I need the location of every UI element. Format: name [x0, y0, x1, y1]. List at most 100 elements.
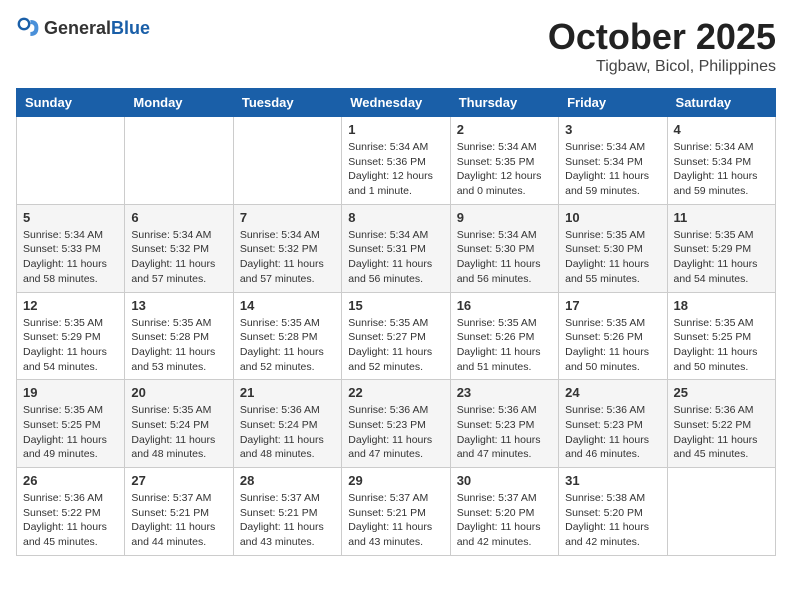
calendar-week-row: 12 Sunrise: 5:35 AMSunset: 5:29 PMDayligh… — [17, 292, 776, 380]
day-number: 23 — [457, 385, 552, 400]
logo-icon — [16, 16, 40, 40]
calendar-cell — [233, 117, 341, 205]
calendar-cell: 6Sunrise: 5:34 AMSunset: 5:32 PMDaylight… — [125, 204, 233, 292]
calendar-cell: 22 Sunrise: 5:36 AMSunset: 5:23 PMDayligh… — [342, 380, 450, 468]
day-number: 2 — [457, 122, 552, 137]
day-info: Sunrise: 5:35 AMSunset: 5:29 PMDaylight:… — [674, 228, 769, 287]
day-number: 25 — [674, 385, 769, 400]
day-number: 5 — [23, 210, 118, 225]
title-area: October 2025 Tigbaw, Bicol, Philippines — [548, 16, 776, 76]
weekday-header-row: SundayMondayTuesdayWednesdayThursdayFrid… — [17, 89, 776, 117]
calendar-cell: 30Sunrise: 5:37 AMSunset: 5:20 PMDayligh… — [450, 468, 558, 556]
day-number: 12 — [23, 298, 118, 313]
weekday-header-tuesday: Tuesday — [233, 89, 341, 117]
day-info: Sunrise: 5:34 AMSunset: 5:32 PMDaylight:… — [240, 228, 335, 287]
calendar-cell: 21 Sunrise: 5:36 AMSunset: 5:24 PMDayligh… — [233, 380, 341, 468]
day-info: Sunrise: 5:36 AMSunset: 5:22 PMDaylight:… — [23, 491, 118, 550]
day-number: 21 — [240, 385, 335, 400]
calendar-cell: 12 Sunrise: 5:35 AMSunset: 5:29 PMDayligh… — [17, 292, 125, 380]
calendar-cell: 23 Sunrise: 5:36 AMSunset: 5:23 PMDayligh… — [450, 380, 558, 468]
calendar-cell: 1Sunrise: 5:34 AMSunset: 5:36 PMDaylight… — [342, 117, 450, 205]
calendar-week-row: 1Sunrise: 5:34 AMSunset: 5:36 PMDaylight… — [17, 117, 776, 205]
day-number: 10 — [565, 210, 660, 225]
page-header: GeneralBlue October 2025 Tigbaw, Bicol, … — [16, 16, 776, 76]
day-number: 19 — [23, 385, 118, 400]
weekday-header-sunday: Sunday — [17, 89, 125, 117]
weekday-header-saturday: Saturday — [667, 89, 775, 117]
calendar-cell: 8Sunrise: 5:34 AMSunset: 5:31 PMDaylight… — [342, 204, 450, 292]
calendar-cell: 31Sunrise: 5:38 AMSunset: 5:20 PMDayligh… — [559, 468, 667, 556]
calendar-cell: 2 Sunrise: 5:34 AMSunset: 5:35 PMDaylight… — [450, 117, 558, 205]
calendar-cell: 13Sunrise: 5:35 AMSunset: 5:28 PMDayligh… — [125, 292, 233, 380]
day-info: Sunrise: 5:35 AMSunset: 5:26 PMDaylight:… — [457, 316, 552, 375]
day-info: Sunrise: 5:38 AMSunset: 5:20 PMDaylight:… — [565, 491, 660, 550]
calendar-cell: 17 Sunrise: 5:35 AMSunset: 5:26 PMDayligh… — [559, 292, 667, 380]
day-number: 4 — [674, 122, 769, 137]
day-info: Sunrise: 5:35 AMSunset: 5:25 PMDaylight:… — [674, 316, 769, 375]
day-number: 29 — [348, 473, 443, 488]
day-info: Sunrise: 5:34 AMSunset: 5:30 PMDaylight:… — [457, 228, 552, 287]
month-title: October 2025 — [548, 16, 776, 58]
day-info: Sunrise: 5:34 AMSunset: 5:35 PMDaylight:… — [457, 140, 552, 199]
day-info: Sunrise: 5:34 AMSunset: 5:33 PMDaylight:… — [23, 228, 118, 287]
calendar-cell: 27 Sunrise: 5:37 AMSunset: 5:21 PMDayligh… — [125, 468, 233, 556]
day-info: Sunrise: 5:36 AMSunset: 5:23 PMDaylight:… — [457, 403, 552, 462]
calendar-cell: 11 Sunrise: 5:35 AMSunset: 5:29 PMDayligh… — [667, 204, 775, 292]
day-info: Sunrise: 5:35 AMSunset: 5:28 PMDaylight:… — [240, 316, 335, 375]
day-number: 9 — [457, 210, 552, 225]
day-number: 20 — [131, 385, 226, 400]
logo: GeneralBlue — [16, 16, 150, 40]
calendar-cell: 25Sunrise: 5:36 AMSunset: 5:22 PMDayligh… — [667, 380, 775, 468]
calendar-cell: 10 Sunrise: 5:35 AMSunset: 5:30 PMDayligh… — [559, 204, 667, 292]
day-info: Sunrise: 5:34 AMSunset: 5:32 PMDaylight:… — [131, 228, 226, 287]
calendar-cell: 18 Sunrise: 5:35 AMSunset: 5:25 PMDayligh… — [667, 292, 775, 380]
calendar-cell — [667, 468, 775, 556]
day-info: Sunrise: 5:35 AMSunset: 5:27 PMDaylight:… — [348, 316, 443, 375]
day-info: Sunrise: 5:34 AMSunset: 5:34 PMDaylight:… — [565, 140, 660, 199]
day-number: 28 — [240, 473, 335, 488]
day-info: Sunrise: 5:36 AMSunset: 5:23 PMDaylight:… — [565, 403, 660, 462]
day-info: Sunrise: 5:36 AMSunset: 5:23 PMDaylight:… — [348, 403, 443, 462]
calendar-week-row: 19 Sunrise: 5:35 AMSunset: 5:25 PMDayligh… — [17, 380, 776, 468]
logo-blue-text: Blue — [111, 18, 150, 38]
day-info: Sunrise: 5:35 AMSunset: 5:30 PMDaylight:… — [565, 228, 660, 287]
day-number: 27 — [131, 473, 226, 488]
logo-general-text: General — [44, 18, 111, 38]
day-info: Sunrise: 5:36 AMSunset: 5:24 PMDaylight:… — [240, 403, 335, 462]
calendar-week-row: 26Sunrise: 5:36 AMSunset: 5:22 PMDayligh… — [17, 468, 776, 556]
day-info: Sunrise: 5:37 AMSunset: 5:21 PMDaylight:… — [131, 491, 226, 550]
day-info: Sunrise: 5:35 AMSunset: 5:29 PMDaylight:… — [23, 316, 118, 375]
day-info: Sunrise: 5:37 AMSunset: 5:20 PMDaylight:… — [457, 491, 552, 550]
day-number: 13 — [131, 298, 226, 313]
calendar-table: SundayMondayTuesdayWednesdayThursdayFrid… — [16, 88, 776, 556]
weekday-header-monday: Monday — [125, 89, 233, 117]
calendar-cell: 15Sunrise: 5:35 AMSunset: 5:27 PMDayligh… — [342, 292, 450, 380]
calendar-cell: 20Sunrise: 5:35 AMSunset: 5:24 PMDayligh… — [125, 380, 233, 468]
day-number: 17 — [565, 298, 660, 313]
day-info: Sunrise: 5:37 AMSunset: 5:21 PMDaylight:… — [240, 491, 335, 550]
calendar-cell: 26Sunrise: 5:36 AMSunset: 5:22 PMDayligh… — [17, 468, 125, 556]
day-number: 16 — [457, 298, 552, 313]
day-number: 8 — [348, 210, 443, 225]
calendar-cell: 19 Sunrise: 5:35 AMSunset: 5:25 PMDayligh… — [17, 380, 125, 468]
calendar-cell: 28 Sunrise: 5:37 AMSunset: 5:21 PMDayligh… — [233, 468, 341, 556]
calendar-cell: 9 Sunrise: 5:34 AMSunset: 5:30 PMDaylight… — [450, 204, 558, 292]
weekday-header-wednesday: Wednesday — [342, 89, 450, 117]
day-number: 18 — [674, 298, 769, 313]
calendar-cell: 5 Sunrise: 5:34 AMSunset: 5:33 PMDaylight… — [17, 204, 125, 292]
day-info: Sunrise: 5:37 AMSunset: 5:21 PMDaylight:… — [348, 491, 443, 550]
day-number: 3 — [565, 122, 660, 137]
weekday-header-friday: Friday — [559, 89, 667, 117]
day-info: Sunrise: 5:34 AMSunset: 5:36 PMDaylight:… — [348, 140, 443, 199]
calendar-cell: 14 Sunrise: 5:35 AMSunset: 5:28 PMDayligh… — [233, 292, 341, 380]
day-number: 24 — [565, 385, 660, 400]
day-info: Sunrise: 5:35 AMSunset: 5:25 PMDaylight:… — [23, 403, 118, 462]
day-number: 14 — [240, 298, 335, 313]
calendar-cell: 29 Sunrise: 5:37 AMSunset: 5:21 PMDayligh… — [342, 468, 450, 556]
day-number: 22 — [348, 385, 443, 400]
calendar-cell: 4Sunrise: 5:34 AMSunset: 5:34 PMDaylight… — [667, 117, 775, 205]
day-number: 7 — [240, 210, 335, 225]
day-number: 11 — [674, 210, 769, 225]
calendar-cell — [17, 117, 125, 205]
day-info: Sunrise: 5:35 AMSunset: 5:26 PMDaylight:… — [565, 316, 660, 375]
